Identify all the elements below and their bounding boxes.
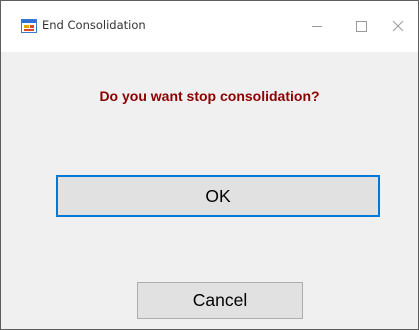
cancel-button[interactable]: Cancel bbox=[137, 282, 303, 319]
windows-form-icon bbox=[21, 19, 37, 33]
close-icon bbox=[392, 20, 404, 32]
question-text: Do you want stop consolidation? bbox=[99, 88, 320, 104]
title-bar[interactable]: End Consolidation bbox=[1, 1, 418, 52]
window-title: End Consolidation bbox=[42, 18, 146, 32]
minimize-icon bbox=[312, 26, 322, 27]
minimize-button[interactable] bbox=[294, 11, 340, 41]
close-button[interactable] bbox=[375, 11, 419, 41]
dialog-window: End Consolidation Do you want stop conso… bbox=[0, 0, 419, 330]
ok-button[interactable]: OK bbox=[56, 175, 380, 217]
